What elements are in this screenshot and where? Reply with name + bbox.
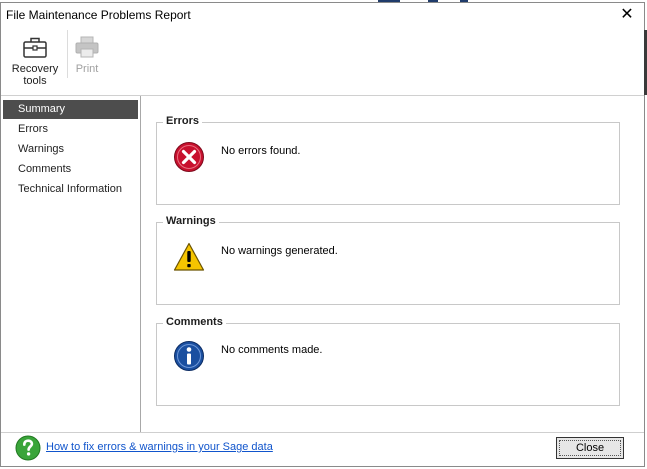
error-icon xyxy=(174,142,204,172)
footer-divider xyxy=(1,432,644,433)
window-title: File Maintenance Problems Report xyxy=(6,8,191,22)
toolbar: Recovery tools Print xyxy=(1,30,644,94)
print-button[interactable]: Print xyxy=(60,34,114,75)
recovery-tools-label-line2: tools xyxy=(23,75,47,87)
sidebar-item-technical-information[interactable]: Technical Information xyxy=(3,180,138,199)
sidebar: Summary Errors Warnings Comments Technic… xyxy=(1,96,139,431)
help-icon[interactable] xyxy=(15,435,41,461)
warning-icon xyxy=(173,242,205,271)
printer-icon xyxy=(75,36,99,58)
info-icon xyxy=(174,341,204,371)
comments-message: No comments made. xyxy=(221,344,323,356)
sidebar-item-errors[interactable]: Errors xyxy=(3,120,138,139)
title-bar: File Maintenance Problems Report ✕ xyxy=(1,3,644,29)
errors-message: No errors found. xyxy=(221,145,301,157)
sidebar-item-warnings[interactable]: Warnings xyxy=(3,140,138,159)
sidebar-item-summary[interactable]: Summary xyxy=(3,100,138,119)
errors-section-title: Errors xyxy=(163,115,203,127)
comments-section-title: Comments xyxy=(163,316,226,328)
sidebar-divider xyxy=(140,96,141,432)
report-dialog: File Maintenance Problems Report ✕ Recov… xyxy=(0,2,645,467)
warnings-section-title: Warnings xyxy=(163,215,219,227)
sidebar-item-comments[interactable]: Comments xyxy=(3,160,138,179)
recovery-tools-label-line1: Recovery xyxy=(11,63,59,75)
help-link[interactable]: How to fix errors & warnings in your Sag… xyxy=(46,441,273,453)
warnings-section: Warnings No warnings generated. xyxy=(156,215,620,305)
comments-section: Comments No comments made. xyxy=(156,316,620,406)
close-button[interactable]: Close xyxy=(556,437,624,459)
toolbox-icon xyxy=(23,37,47,58)
close-window-button[interactable]: ✕ xyxy=(618,6,636,24)
recovery-tools-button[interactable]: Recovery tools xyxy=(8,34,62,87)
print-label: Print xyxy=(75,63,99,75)
errors-section: Errors No errors found. xyxy=(156,115,620,205)
warnings-message: No warnings generated. xyxy=(221,245,338,257)
